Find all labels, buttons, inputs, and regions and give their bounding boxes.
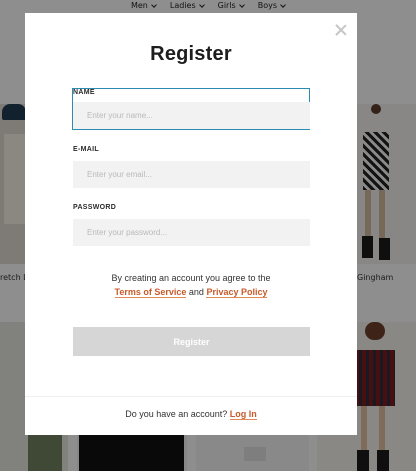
modal-title: Register <box>150 43 232 65</box>
email-label: E-MAIL <box>73 146 99 153</box>
login-link[interactable]: Log In <box>229 409 257 420</box>
terms-notice: By creating an account you agree to the … <box>25 271 357 299</box>
email-input[interactable] <box>73 161 310 188</box>
privacy-policy-link[interactable]: Privacy Policy <box>206 287 268 298</box>
terms-of-service-link[interactable]: Terms of Service <box>114 287 187 298</box>
terms-and-text: and <box>188 287 204 297</box>
close-icon[interactable] <box>335 24 347 36</box>
modal-divider <box>25 396 357 397</box>
login-prompt: Do you have an account? Log In <box>25 409 357 420</box>
register-button[interactable]: Register <box>73 327 310 356</box>
register-modal: Register NAME E-MAIL PASSWORD By creatin… <box>25 13 357 435</box>
name-label: NAME <box>73 89 95 96</box>
password-label: PASSWORD <box>73 204 117 211</box>
terms-prefix: By creating an account you agree to the <box>111 273 271 283</box>
password-input[interactable] <box>73 219 310 246</box>
login-prompt-text: Do you have an account? <box>125 409 228 419</box>
name-input[interactable] <box>73 102 310 129</box>
